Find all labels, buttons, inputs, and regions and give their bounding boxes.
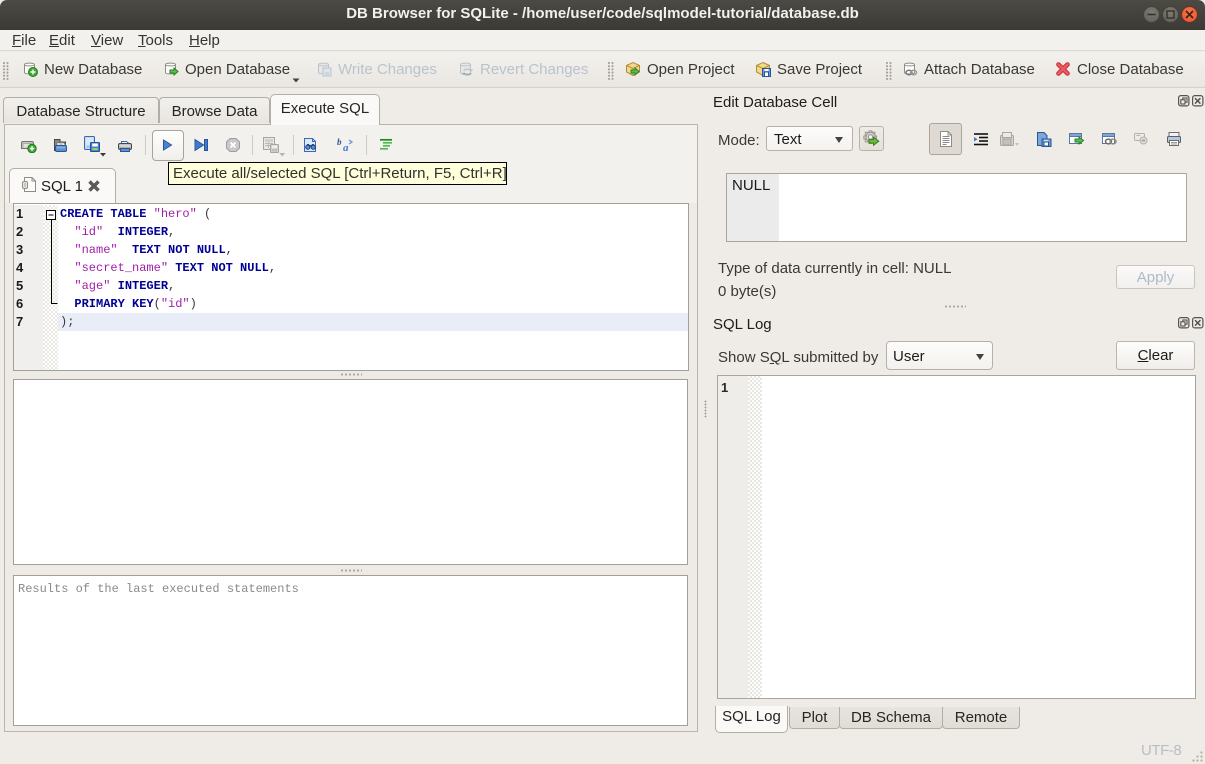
svg-text:b: b [337, 137, 342, 147]
svg-text:a: a [343, 142, 349, 153]
